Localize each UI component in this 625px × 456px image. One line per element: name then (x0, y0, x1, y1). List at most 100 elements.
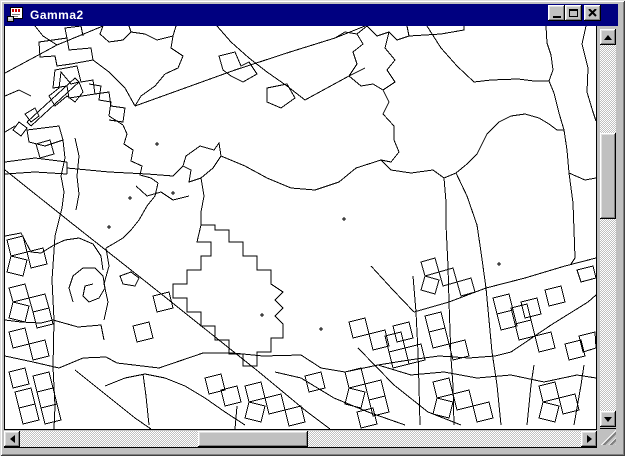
map-boundary-path (515, 320, 535, 340)
map-boundary-path (75, 370, 151, 429)
map-boundary-path (165, 36, 183, 74)
map-boundary-path (52, 208, 62, 429)
map-boundary-path (217, 26, 305, 100)
map-boundary-path (421, 276, 439, 294)
map-boundary-path (265, 394, 285, 414)
map-boundary-path (474, 79, 549, 82)
map-boundary-path (577, 266, 596, 282)
scroll-up-button[interactable] (600, 29, 616, 45)
map-boundary-path (221, 156, 356, 190)
map-centroid-marker (342, 217, 346, 221)
map-centroid-marker (107, 225, 111, 229)
map-boundary-path (105, 374, 245, 425)
map-boundary-path (405, 344, 425, 364)
map-boundary-path (5, 353, 378, 372)
scroll-left-button[interactable] (4, 431, 20, 447)
map-boundary-path (5, 233, 54, 253)
map-viewport[interactable] (4, 26, 597, 430)
map-boundary-path (433, 378, 453, 398)
map-boundary-path (535, 332, 555, 352)
map-boundary-path (545, 286, 565, 306)
map-boundary-path (486, 258, 596, 288)
map-boundary-path (245, 402, 265, 422)
vertical-scrollbar (600, 29, 616, 427)
map-boundary-path (5, 158, 67, 162)
horizontal-scroll-thumb[interactable] (198, 431, 308, 447)
map-boundary-path (5, 172, 67, 174)
map-boundary-path (29, 294, 49, 312)
map-boundary-path (345, 368, 365, 388)
map-centroid-marker (319, 327, 323, 331)
map-document-icon[interactable] (7, 7, 25, 23)
map-boundary-path (521, 298, 541, 318)
map-boundary-path (173, 225, 283, 366)
map-boundary-path (39, 38, 93, 66)
bottom-frame-divider (4, 447, 597, 448)
map-boundary-path (65, 26, 83, 38)
map-boundary-path (143, 374, 149, 425)
maximize-button[interactable] (565, 5, 582, 21)
map-boundary-path (444, 178, 449, 302)
left-arrow-icon (10, 435, 15, 443)
map-boundary-path (27, 248, 47, 268)
vertical-scroll-track[interactable] (600, 45, 616, 411)
map-boundary-path (133, 322, 153, 342)
close-icon (588, 9, 597, 17)
map-boundary-path (549, 81, 574, 230)
map-boundary-path (7, 256, 27, 276)
title-bar[interactable]: Gamma2 (4, 4, 618, 26)
scroll-down-button[interactable] (600, 411, 616, 427)
map-boundary-path (429, 328, 449, 348)
map-boundary-path (371, 266, 414, 312)
map-centroid-marker (497, 262, 501, 266)
minimize-button[interactable] (548, 5, 565, 21)
map-boundary-path (53, 320, 104, 340)
map-boundary-path (421, 258, 439, 276)
map-centroid-marker (260, 313, 264, 317)
map-boundary-path (357, 408, 377, 428)
down-arrow-icon (604, 417, 612, 422)
map-boundary-path (135, 26, 365, 106)
map-boundary-path (453, 390, 473, 410)
scroll-right-button[interactable] (581, 431, 597, 447)
map-boundary-path (27, 78, 75, 122)
window-title: Gamma2 (30, 8, 84, 22)
map-boundary-path (35, 26, 57, 45)
map-boundary-path (19, 404, 39, 424)
resize-grip[interactable] (600, 429, 616, 445)
map-boundary-path (5, 90, 31, 96)
map-boundary-path (136, 186, 189, 200)
vertical-scroll-thumb[interactable] (600, 133, 616, 219)
map-boundary-path (569, 173, 596, 180)
map-boundary-path (89, 84, 111, 116)
close-button[interactable] (584, 5, 601, 21)
map-boundary-path (36, 140, 54, 158)
map-boundary-path (527, 365, 534, 425)
map-boundary-path (349, 318, 369, 338)
minimize-icon (553, 16, 561, 18)
map-boundary-path (546, 26, 553, 81)
map-boundary-path (106, 230, 131, 248)
map-boundary-path (131, 26, 176, 40)
map-boundary-path (285, 406, 305, 426)
map-boundary-path (349, 76, 383, 90)
map-boundary-path (69, 268, 105, 302)
map-boundary-path (245, 382, 265, 402)
map-boundary-path (383, 32, 395, 140)
map-boundary-path (31, 82, 79, 126)
window: Gamma2 (0, 0, 625, 456)
map-boundary-path (33, 308, 53, 328)
corner-frame-divider (600, 428, 616, 429)
map-boundary-path (477, 225, 486, 288)
map-boundary-path (559, 394, 579, 414)
map-boundary-path (9, 368, 29, 388)
map-boundary-path (75, 78, 79, 82)
map-boundary-path (135, 74, 165, 106)
map-boundary-path (27, 122, 31, 126)
map-svg[interactable] (5, 26, 596, 429)
map-boundary-path (5, 320, 53, 323)
map-boundary-path (267, 84, 295, 108)
map-boundary-path (201, 178, 204, 225)
horizontal-scrollbar (4, 431, 597, 447)
up-arrow-icon (604, 35, 612, 40)
